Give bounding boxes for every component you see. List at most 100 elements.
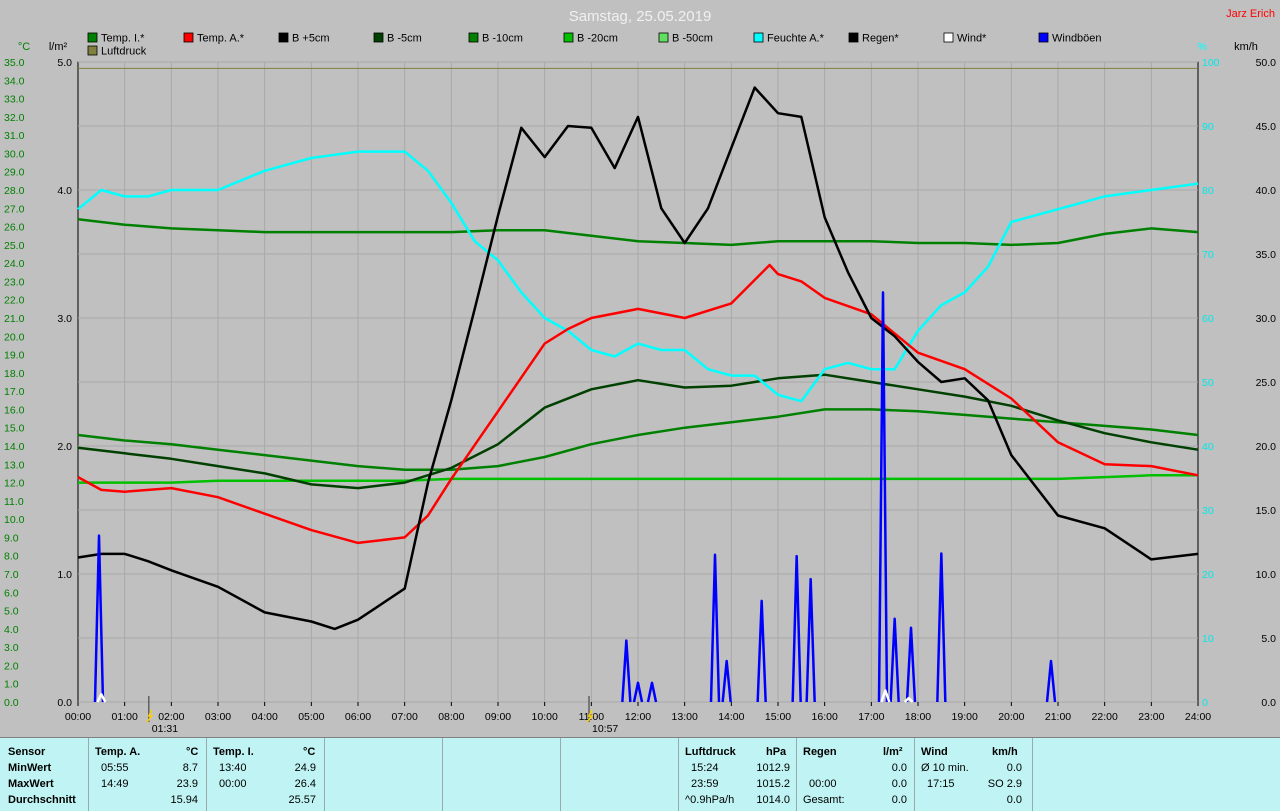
humidity-tick-label: 40 — [1202, 441, 1214, 453]
time-tick-label: 19:00 — [952, 711, 978, 723]
temp-tick-label: 31.0 — [4, 130, 25, 142]
temp-i-max-value: 26.4 — [294, 778, 316, 790]
legend: Temp. I.* Temp. A.* B +5cm B -5cm B -10cm B -… — [87, 32, 1102, 58]
rain-max-value: 0.0 — [891, 778, 907, 790]
temp-a-header: Temp. A. — [95, 746, 141, 758]
humidity-tick-label: 80 — [1202, 185, 1214, 197]
temp-tick-label: 1.0 — [4, 679, 19, 691]
wind-max-value: SO 2.9 — [987, 778, 1022, 790]
pressure-header: Luftdruck — [685, 746, 736, 758]
temp-tick-label: 33.0 — [4, 94, 25, 106]
temp-a-unit: °C — [186, 746, 199, 758]
wind-avg10-value: 0.0 — [1006, 762, 1022, 774]
time-tick-label: 07:00 — [392, 711, 418, 723]
legend-label: Feuchte A.* — [767, 33, 825, 45]
legend-swatch — [87, 45, 98, 56]
temp-i-max-time: 00:00 — [219, 778, 247, 790]
temp-tick-label: 15.0 — [4, 423, 25, 435]
marker-label: 01:31 — [152, 723, 178, 735]
wind-tick-label: 5.0 — [1261, 633, 1276, 645]
wind-axis-unit: km/h — [1234, 41, 1258, 53]
humidity-tick-label: 50 — [1202, 377, 1214, 389]
temp-tick-label: 27.0 — [4, 203, 25, 215]
pressure-avg: 1014.0 — [756, 794, 790, 806]
legend-label: B +5cm — [292, 33, 330, 45]
time-tick-label: 00:00 — [65, 711, 91, 723]
marker-label: 10:57 — [592, 723, 618, 735]
rain-total-label: Gesamt: — [803, 794, 845, 806]
temp-tick-label: 23.0 — [4, 276, 25, 288]
legend-swatch — [183, 32, 194, 43]
temp-a-max-time: 14:49 — [101, 778, 129, 790]
rain-total-value: 0.0 — [891, 794, 907, 806]
temp-tick-label: 6.0 — [4, 587, 19, 599]
humidity-tick-label: 10 — [1202, 633, 1214, 645]
rain-tick-label: 0.0 — [57, 697, 72, 709]
temp-tick-label: 21.0 — [4, 313, 25, 325]
temp-tick-label: 10.0 — [4, 514, 25, 526]
time-tick-label: 14:00 — [718, 711, 744, 723]
temp-tick-label: 14.0 — [4, 441, 25, 453]
wind-tick-label: 50.0 — [1256, 57, 1277, 69]
pressure-min-value: 1012.9 — [756, 762, 790, 774]
legend-label: Luftdruck — [101, 46, 147, 58]
time-tick-label: 02:00 — [158, 711, 184, 723]
time-tick-label: 01:00 — [112, 711, 138, 723]
temp-tick-label: 26.0 — [4, 222, 25, 234]
temp-tick-label: 7.0 — [4, 569, 19, 581]
legend-label: B -5cm — [387, 33, 422, 45]
temp-i-header: Temp. I. — [213, 746, 254, 758]
pressure-min-time: 15:24 — [691, 762, 719, 774]
time-tick-label: 17:00 — [858, 711, 884, 723]
time-tick-label: 16:00 — [812, 711, 838, 723]
temp-i-unit: °C — [303, 746, 316, 758]
wind-tick-label: 10.0 — [1256, 569, 1277, 581]
temp-tick-label: 2.0 — [4, 660, 19, 672]
temp-i-min-value: 24.9 — [294, 762, 316, 774]
wind-tick-label: 0.0 — [1261, 697, 1276, 709]
time-tick-label: 13:00 — [672, 711, 698, 723]
temp-tick-label: 24.0 — [4, 258, 25, 270]
temp-tick-label: 13.0 — [4, 459, 25, 471]
legend-label: B -50cm — [672, 33, 713, 45]
temp-tick-label: 22.0 — [4, 295, 25, 307]
rain-unit: l/m² — [883, 746, 903, 758]
time-tick-label: 18:00 — [905, 711, 931, 723]
humidity-tick-label: 100 — [1202, 57, 1220, 69]
wind-tick-label: 35.0 — [1256, 249, 1277, 261]
stats-panel: Sensor MinWert MaxWert Durchschnitt Temp… — [0, 737, 1280, 811]
temp-tick-label: 20.0 — [4, 331, 25, 343]
rain-tick-label: 2.0 — [57, 441, 72, 453]
temp-a-min-time: 05:55 — [101, 762, 129, 774]
rain-max-time: 00:00 — [809, 778, 837, 790]
legend-label: B -10cm — [482, 33, 523, 45]
weather-chart: Samstag, 25.05.2019 Jarz Erich °C l/m² %… — [4, 8, 1277, 735]
time-tick-label: 12:00 — [625, 711, 651, 723]
temp-i-avg: 25.57 — [288, 794, 316, 806]
legend-swatch — [373, 32, 384, 43]
pressure-max-time: 23:59 — [691, 778, 719, 790]
temp-tick-label: 0.0 — [4, 697, 19, 709]
temp-tick-label: 5.0 — [4, 606, 19, 618]
legend-label: Temp. I.* — [101, 33, 145, 45]
legend-swatch — [943, 32, 954, 43]
temp-tick-label: 8.0 — [4, 551, 19, 563]
temp-tick-label: 32.0 — [4, 112, 25, 124]
humidity-tick-label: 70 — [1202, 249, 1214, 261]
author-label: Jarz Erich — [1226, 8, 1275, 20]
wind-tick-label: 20.0 — [1256, 441, 1277, 453]
time-tick-label: 08:00 — [438, 711, 464, 723]
time-tick-label: 09:00 — [485, 711, 511, 723]
temp-a-min-value: 8.7 — [182, 762, 198, 774]
temp-tick-label: 18.0 — [4, 368, 25, 380]
legend-swatch — [753, 32, 764, 43]
legend-swatch — [278, 32, 289, 43]
time-tick-label: 22:00 — [1092, 711, 1118, 723]
humidity-tick-label: 0 — [1202, 697, 1208, 709]
temp-tick-label: 34.0 — [4, 75, 25, 87]
wind-tick-label: 25.0 — [1256, 377, 1277, 389]
humidity-axis-unit: % — [1197, 41, 1207, 53]
legend-swatch — [848, 32, 859, 43]
wind-avg-value: 0.0 — [1006, 794, 1022, 806]
legend-swatch — [563, 32, 574, 43]
